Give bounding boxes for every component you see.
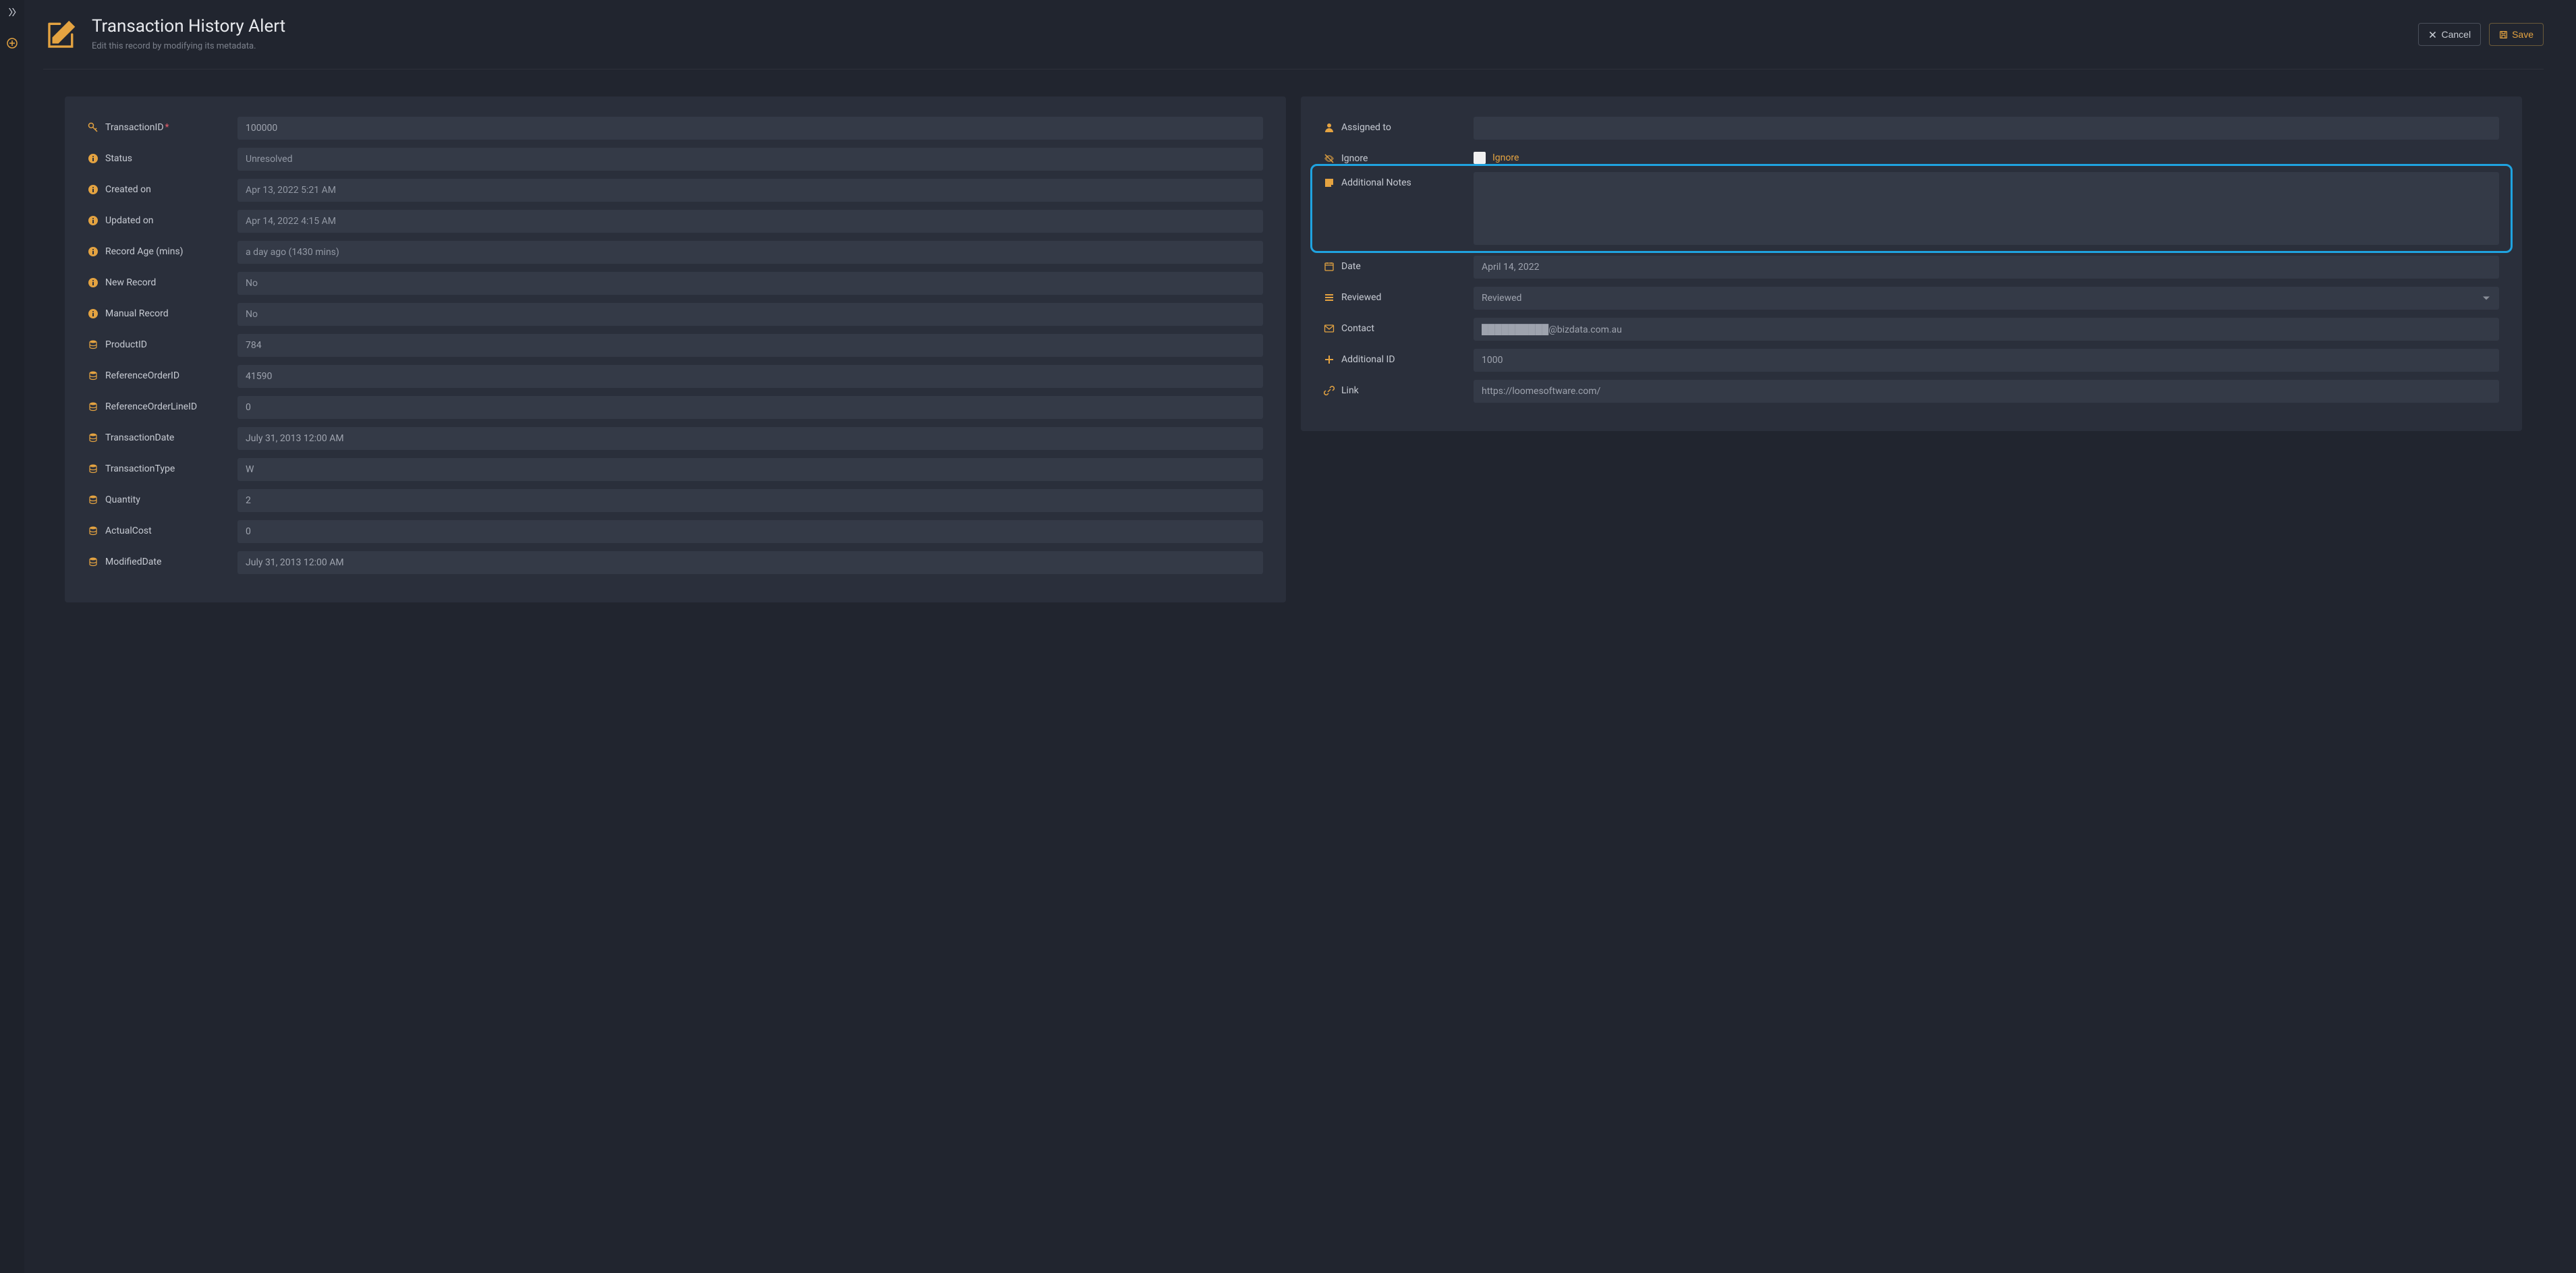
edit-page-icon: [43, 16, 80, 53]
field-status: Status: [88, 148, 1263, 171]
field-additional-id: Additional ID: [1324, 349, 2499, 372]
additional-id-input[interactable]: [1474, 349, 2499, 372]
additional-notes-input[interactable]: [1474, 172, 2499, 245]
database-icon: [88, 401, 99, 412]
transaction-date-input[interactable]: [237, 427, 1263, 450]
field-actual-cost: ActualCost: [88, 520, 1263, 543]
info-icon: [88, 246, 99, 257]
database-icon: [88, 494, 99, 505]
ref-order-line-id-input[interactable]: [237, 396, 1263, 419]
field-contact: Contact: [1324, 318, 2499, 341]
field-product-id: ProductID: [88, 334, 1263, 357]
page-title: Transaction History Alert: [92, 16, 285, 37]
transaction-id-input[interactable]: [237, 117, 1263, 140]
product-id-input[interactable]: [237, 334, 1263, 357]
field-updated-on: Updated on: [88, 210, 1263, 233]
calendar-icon: [1324, 261, 1335, 272]
status-input: [237, 148, 1263, 171]
field-transaction-date: TransactionDate: [88, 427, 1263, 450]
page-subtitle: Edit this record by modifying its metada…: [92, 41, 285, 51]
field-ref-order-line-id: ReferenceOrderLineID: [88, 396, 1263, 419]
field-record-age: Record Age (mins): [88, 241, 1263, 264]
left-rail: [0, 0, 24, 1273]
field-created-on: Created on: [88, 179, 1263, 202]
save-button[interactable]: Save: [2489, 23, 2544, 46]
field-transaction-id: TransactionID*: [88, 117, 1263, 140]
field-ignore: Ignore Ignore: [1324, 148, 2499, 164]
info-icon: [88, 184, 99, 195]
updated-on-input: [237, 210, 1263, 233]
eye-slash-icon: [1324, 153, 1335, 164]
transaction-type-input[interactable]: [237, 458, 1263, 481]
list-icon: [1324, 292, 1335, 303]
ignore-checkbox[interactable]: [1474, 152, 1486, 164]
database-icon: [88, 370, 99, 381]
modified-date-input[interactable]: [237, 551, 1263, 574]
info-icon: [88, 153, 99, 164]
ignore-checkbox-label: Ignore: [1492, 152, 1519, 163]
add-icon[interactable]: [7, 38, 18, 49]
field-modified-date: ModifiedDate: [88, 551, 1263, 574]
save-icon: [2499, 30, 2508, 39]
actual-cost-input[interactable]: [237, 520, 1263, 543]
field-date: Date: [1324, 256, 2499, 279]
ref-order-id-input[interactable]: [237, 365, 1263, 388]
database-icon: [88, 339, 99, 350]
database-icon: [88, 432, 99, 443]
plus-icon: [1324, 354, 1335, 365]
field-assigned-to: Assigned to: [1324, 117, 2499, 140]
cancel-button[interactable]: Cancel: [2418, 23, 2481, 46]
database-icon: [88, 557, 99, 567]
database-icon: [88, 526, 99, 536]
envelope-icon: [1324, 323, 1335, 334]
sticky-note-icon: [1324, 177, 1335, 188]
right-panel: Assigned to Ignore Ignore: [1301, 96, 2522, 431]
field-transaction-type: TransactionType: [88, 458, 1263, 481]
contact-input[interactable]: [1474, 318, 2499, 341]
info-icon: [88, 308, 99, 319]
expand-rail-icon[interactable]: [7, 7, 18, 18]
field-ref-order-id: ReferenceOrderID: [88, 365, 1263, 388]
link-icon: [1324, 385, 1335, 396]
created-on-input: [237, 179, 1263, 202]
key-icon: [88, 122, 99, 133]
manual-record-input: [237, 303, 1263, 326]
field-new-record: New Record: [88, 272, 1263, 295]
link-input[interactable]: [1474, 380, 2499, 403]
assigned-to-input[interactable]: [1474, 117, 2499, 140]
info-icon: [88, 277, 99, 288]
field-additional-notes: Additional Notes: [1324, 172, 2499, 248]
new-record-input: [237, 272, 1263, 295]
user-icon: [1324, 122, 1335, 133]
left-panel: TransactionID* Status Created on: [65, 96, 1286, 602]
info-icon: [88, 215, 99, 226]
record-age-input: [237, 241, 1263, 264]
page-header: Transaction History Alert Edit this reco…: [43, 16, 2544, 69]
field-reviewed: Reviewed Reviewed: [1324, 287, 2499, 310]
field-link: Link: [1324, 380, 2499, 403]
date-input[interactable]: [1474, 256, 2499, 279]
reviewed-select[interactable]: Reviewed: [1474, 287, 2499, 310]
field-manual-record: Manual Record: [88, 303, 1263, 326]
field-quantity: Quantity: [88, 489, 1263, 512]
database-icon: [88, 463, 99, 474]
close-icon: [2428, 30, 2437, 39]
quantity-input[interactable]: [237, 489, 1263, 512]
